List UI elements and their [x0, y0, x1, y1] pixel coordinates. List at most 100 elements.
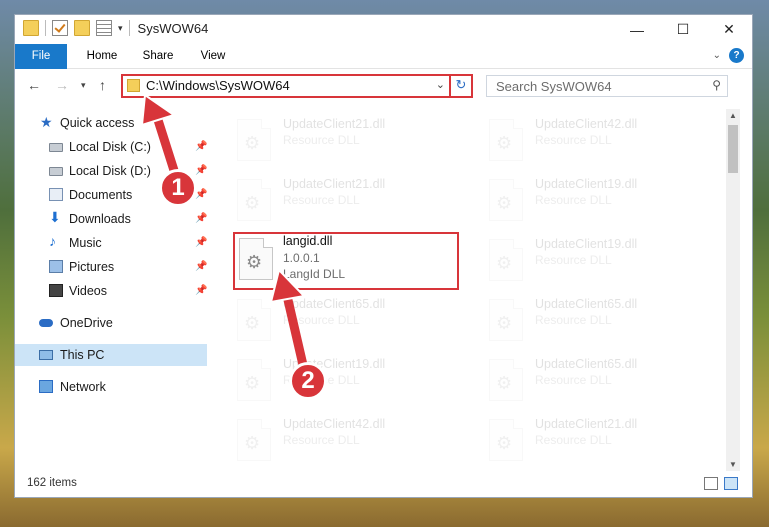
expand-ribbon-icon[interactable]: ⌄ [713, 50, 721, 61]
gear-icon: ⚙ [496, 433, 513, 453]
tab-home[interactable]: Home [77, 44, 127, 69]
dll-file-icon: ⚙ [489, 119, 523, 161]
search-placeholder: Search SysWOW64 [496, 79, 612, 94]
pin-icon[interactable]: 📌 [195, 237, 207, 248]
dll-file-icon: ⚙ [237, 179, 271, 221]
dll-file-icon: ⚙ [489, 359, 523, 401]
star-icon: ★ [40, 114, 53, 130]
maximize-button[interactable]: ☐ [660, 15, 706, 44]
file-tile-langid[interactable]: ⚙ langid.dll 1.0.0.1 LangId DLL [233, 232, 459, 290]
scroll-up-icon[interactable]: ▲ [729, 111, 737, 120]
up-arrow-icon[interactable]: ↑ [99, 77, 106, 93]
file-tile[interactable]: ⚙ UpdateClient65.dll Resource DLL [473, 295, 701, 349]
sidebar-item-onedrive[interactable]: OneDrive [15, 312, 207, 334]
tab-view[interactable]: View [191, 44, 235, 69]
gear-icon: ⚙ [496, 133, 513, 153]
file-tile[interactable]: ⚙ UpdateClient65.dll Resource DLL [473, 355, 701, 409]
help-icon[interactable]: ? [729, 48, 744, 63]
sidebar-item-music[interactable]: ♪ Music 📌 [15, 232, 207, 254]
step-badge-2: 2 [289, 362, 327, 400]
search-input[interactable]: Search SysWOW64 ⚲ [486, 75, 728, 97]
status-bar: 162 items [15, 471, 752, 497]
details-view-icon[interactable] [704, 477, 718, 490]
address-path[interactable]: C:\Windows\SysWOW64 [146, 78, 290, 93]
step-badge-1: 1 [159, 169, 197, 207]
sidebar-item-quick-access[interactable]: ★ Quick access [15, 112, 207, 134]
network-icon [39, 380, 53, 393]
tab-share[interactable]: Share [135, 44, 181, 69]
pin-icon[interactable]: 📌 [195, 261, 207, 272]
chevron-down-icon[interactable]: ▾ [118, 23, 123, 34]
downloads-icon: ⬇ [49, 209, 61, 225]
gear-icon: ⚙ [496, 373, 513, 393]
tab-file[interactable]: File [15, 44, 67, 69]
dll-file-icon: ⚙ [489, 419, 523, 461]
properties-check-icon[interactable] [52, 20, 68, 36]
file-tile[interactable]: ⚙ UpdateClient19.dll Resource DLL [473, 175, 701, 229]
explorer-window: ▾ SysWOW64 — ☐ ✕ File Home Share View ⌄ … [14, 14, 753, 498]
dll-file-icon: ⚙ [237, 119, 271, 161]
customize-icon[interactable] [96, 20, 112, 36]
videos-icon [49, 284, 63, 297]
pin-icon[interactable]: 📌 [195, 189, 207, 200]
music-icon: ♪ [49, 233, 56, 249]
refresh-button[interactable]: ↻ [449, 74, 471, 98]
dll-file-icon: ⚙ [237, 299, 271, 341]
close-button[interactable]: ✕ [706, 15, 752, 44]
navigation-bar: ← → ▾ ↑ C:\Windows\SysWOW64 ⌄ ↻ Search S… [15, 71, 752, 101]
file-tile[interactable]: ⚙ UpdateClient21.dll Resource DLL [473, 415, 701, 469]
sidebar-item-downloads[interactable]: ⬇ Downloads 📌 [15, 208, 207, 230]
scroll-down-icon[interactable]: ▼ [729, 460, 737, 469]
sidebar-item-this-pc[interactable]: This PC [15, 344, 207, 366]
this-pc-icon [39, 350, 53, 360]
disk-icon [49, 167, 63, 176]
onedrive-icon [39, 319, 53, 327]
tiles-view-icon[interactable] [724, 477, 738, 490]
ribbon-tabs: File Home Share View ⌄ ? [15, 44, 752, 69]
back-arrow-icon[interactable]: ← [27, 77, 41, 93]
quick-access-toolbar: ▾ SysWOW64 [23, 20, 208, 36]
file-description: LangId DLL [283, 267, 346, 281]
new-folder-icon[interactable] [74, 20, 90, 36]
file-tile[interactable]: ⚙ UpdateClient42.dll Resource DLL [221, 415, 449, 469]
sidebar-item-network[interactable]: Network [15, 376, 207, 398]
file-tile[interactable]: ⚙ UpdateClient21.dll Resource DLL [221, 175, 449, 229]
file-tile[interactable]: ⚙ UpdateClient65.dll Resource DLL [221, 295, 449, 349]
sidebar-item-pictures[interactable]: Pictures 📌 [15, 256, 207, 278]
vertical-scrollbar[interactable]: ▲ ▼ [726, 109, 740, 471]
gear-icon: ⚙ [244, 313, 261, 333]
dll-file-icon: ⚙ [237, 359, 271, 401]
item-count: 162 items [27, 477, 77, 489]
sidebar-item-local-disk-c[interactable]: Local Disk (C:) 📌 [15, 136, 207, 158]
gear-icon: ⚙ [244, 433, 261, 453]
file-version: 1.0.0.1 [283, 251, 320, 265]
file-tile[interactable]: ⚙ UpdateClient19.dll Resource DLL [221, 355, 449, 409]
file-tile[interactable]: ⚙ UpdateClient21.dll Resource DLL [221, 115, 449, 169]
dll-file-icon: ⚙ [239, 238, 273, 280]
file-tile[interactable]: ⚙ UpdateClient42.dll Resource DLL [473, 115, 701, 169]
gear-icon: ⚙ [246, 252, 263, 272]
pin-icon[interactable]: 📌 [195, 165, 207, 176]
recent-locations-icon[interactable]: ▾ [81, 80, 86, 91]
gear-icon: ⚙ [496, 253, 513, 273]
gear-icon: ⚙ [244, 193, 261, 213]
chevron-down-icon[interactable]: ⌄ [436, 78, 445, 91]
dll-file-icon: ⚙ [489, 239, 523, 281]
file-tile[interactable]: ⚙ UpdateClient19.dll Resource DLL [473, 235, 701, 289]
pin-icon[interactable]: 📌 [195, 213, 207, 224]
dll-file-icon: ⚙ [237, 419, 271, 461]
folder-icon[interactable] [23, 20, 39, 36]
scrollbar-thumb[interactable] [728, 125, 738, 173]
gear-icon: ⚙ [496, 313, 513, 333]
pin-icon[interactable]: 📌 [195, 141, 207, 152]
forward-arrow-icon[interactable]: → [55, 77, 69, 93]
sidebar-item-videos[interactable]: Videos 📌 [15, 280, 207, 302]
address-bar[interactable]: C:\Windows\SysWOW64 ⌄ ↻ [121, 74, 473, 98]
file-name: langid.dll [283, 234, 333, 248]
dll-file-icon: ⚙ [489, 179, 523, 221]
pin-icon[interactable]: 📌 [195, 285, 207, 296]
disk-icon [49, 143, 63, 152]
search-icon[interactable]: ⚲ [712, 78, 721, 92]
minimize-button[interactable]: — [614, 15, 660, 44]
gear-icon: ⚙ [496, 193, 513, 213]
